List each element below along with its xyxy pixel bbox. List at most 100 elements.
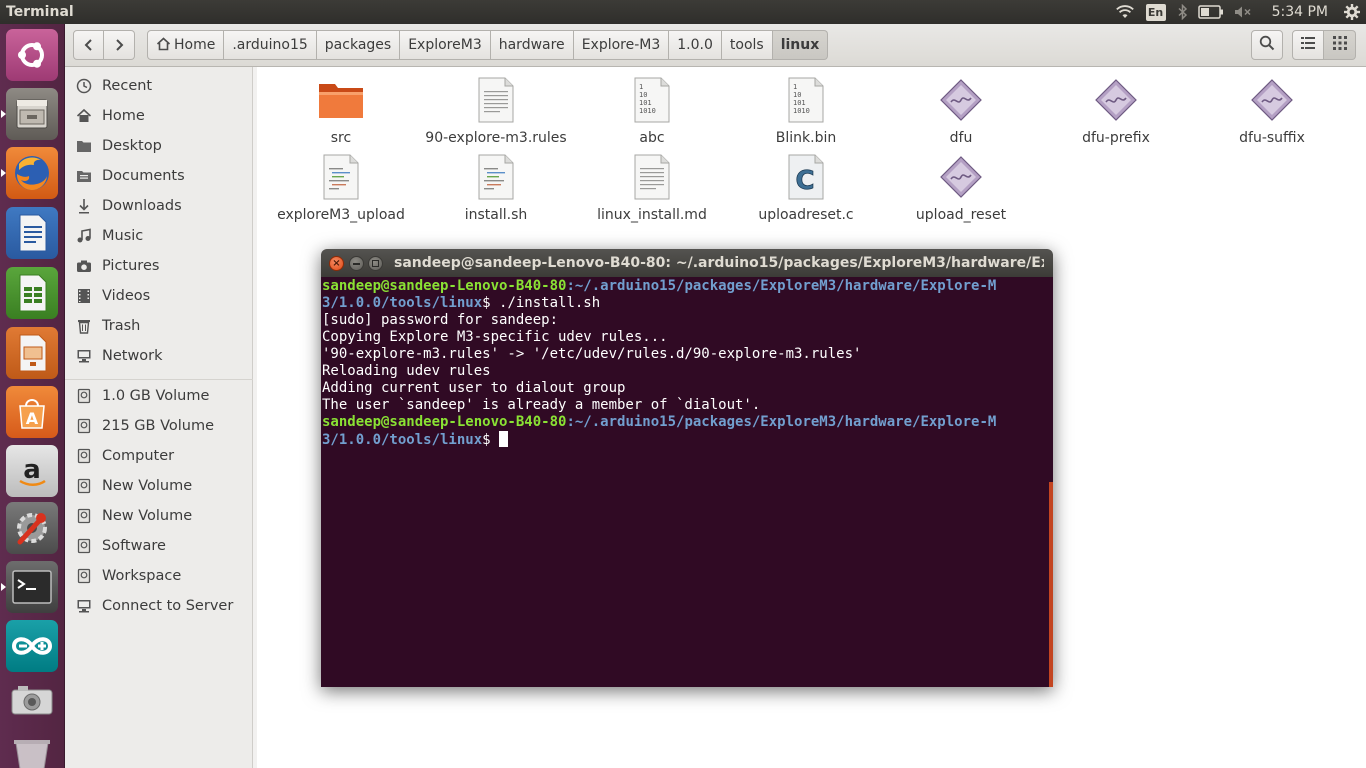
svg-text:1010: 1010 <box>639 107 656 115</box>
grid-view-button[interactable] <box>1324 30 1356 60</box>
breadcrumb-explore-m3[interactable]: Explore-M3 <box>573 30 670 60</box>
script-file-icon <box>317 153 365 201</box>
file-manager-toolbar: Home .arduino15 packages ExploreM3 hardw… <box>65 24 1366 67</box>
file-item-dfu-prefix[interactable]: dfu-prefix <box>1041 76 1191 150</box>
sidebar-item-connect-to-server[interactable]: Connect to Server <box>65 591 253 621</box>
back-button[interactable] <box>73 30 104 60</box>
terminal-command: $ ./install.sh <box>482 295 601 311</box>
script-file-icon <box>472 153 520 201</box>
battery-icon[interactable] <box>1194 0 1228 24</box>
sidebar-item-desktop[interactable]: Desktop <box>65 131 253 161</box>
camera-icon <box>75 257 93 275</box>
file-item-explorem3-upload[interactable]: exploreM3_upload <box>266 153 416 227</box>
file-label: upload_reset <box>915 207 1007 223</box>
file-label: install.sh <box>464 207 528 223</box>
libreoffice-calc-icon[interactable] <box>6 267 58 319</box>
breadcrumb-tools[interactable]: tools <box>721 30 773 60</box>
removable-drive-icon[interactable] <box>6 674 58 726</box>
breadcrumb-hardware[interactable]: hardware <box>490 30 574 60</box>
close-button[interactable]: × <box>329 256 344 271</box>
maximize-icon <box>372 260 379 267</box>
volume-muted-icon[interactable] <box>1228 0 1258 24</box>
sidebar-item-label: New Volume <box>102 478 193 494</box>
sidebar-item-trash[interactable]: Trash <box>65 311 253 341</box>
sidebar-item-new-volume-2[interactable]: New Volume <box>65 501 253 531</box>
executable-icon <box>1248 76 1296 124</box>
file-item-abc[interactable]: 1 10 101 1010 abc <box>577 76 727 150</box>
libreoffice-impress-icon[interactable] <box>6 327 58 379</box>
breadcrumb-explorem3[interactable]: ExploreM3 <box>400 30 491 60</box>
terminal-titlebar[interactable]: × sandeep@sandeep-Lenovo-B40-80: ~/.ardu… <box>321 249 1053 277</box>
breadcrumb-version[interactable]: 1.0.0 <box>669 30 722 60</box>
sidebar-item-software[interactable]: Software <box>65 531 253 561</box>
terminal-window[interactable]: × sandeep@sandeep-Lenovo-B40-80: ~/.ardu… <box>321 249 1053 687</box>
file-item-blink-bin[interactable]: 1 10 101 1010 Blink.bin <box>731 76 881 150</box>
terminal-icon[interactable] <box>1 561 58 613</box>
system-settings-icon[interactable] <box>6 502 58 554</box>
file-item-dfu-suffix[interactable]: dfu-suffix <box>1197 76 1347 150</box>
ubuntu-dash-icon[interactable] <box>6 29 58 81</box>
text-file-icon <box>472 76 520 124</box>
bluetooth-icon[interactable] <box>1172 0 1194 24</box>
music-icon <box>75 227 93 245</box>
trash-icon <box>75 317 93 335</box>
forward-button[interactable] <box>104 30 135 60</box>
trash-launcher-icon[interactable] <box>6 729 58 768</box>
sidebar-item-recent[interactable]: Recent <box>65 71 253 101</box>
keyboard-icon[interactable]: En <box>1145 3 1166 21</box>
sidebar-item-label: Home <box>102 108 145 124</box>
file-item-90-explore-m3-rules[interactable]: 90-explore-m3.rules <box>421 76 571 150</box>
breadcrumb-arduino15[interactable]: .arduino15 <box>224 30 317 60</box>
running-indicator <box>1 583 6 591</box>
svg-text:A: A <box>26 409 39 428</box>
file-item-uploadreset-c[interactable]: C uploadreset.c <box>731 153 881 227</box>
sidebar-item-new-volume[interactable]: New Volume <box>65 471 253 501</box>
firefox-icon[interactable] <box>1 147 58 199</box>
sidebar-item-pictures[interactable]: Pictures <box>65 251 253 281</box>
arduino-icon[interactable] <box>6 620 58 672</box>
search-button[interactable] <box>1251 30 1283 60</box>
file-item-src[interactable]: src <box>266 76 416 150</box>
sidebar-item-label: Workspace <box>102 568 182 584</box>
sidebar-item-music[interactable]: Music <box>65 221 253 251</box>
minimize-button[interactable] <box>349 256 364 271</box>
libreoffice-writer-icon[interactable] <box>6 207 58 259</box>
drive-icon <box>75 507 93 525</box>
terminal-prompt-symbol: $ <box>482 432 500 448</box>
breadcrumb-packages[interactable]: packages <box>316 30 401 60</box>
sidebar-item-volume-215gb[interactable]: 215 GB Volume <box>65 411 253 441</box>
terminal-scrollbar[interactable] <box>1049 482 1053 687</box>
wifi-icon[interactable] <box>1110 0 1140 24</box>
software-center-icon[interactable]: A <box>6 386 58 438</box>
sidebar-item-workspace[interactable]: Workspace <box>65 561 253 591</box>
sidebar-item-home[interactable]: Home <box>65 101 253 131</box>
amazon-icon[interactable]: a <box>6 445 58 497</box>
running-indicator <box>1 110 6 118</box>
sidebar-item-label: Computer <box>102 448 175 464</box>
maximize-button[interactable] <box>368 256 383 271</box>
sidebar-item-documents[interactable]: Documents <box>65 161 253 191</box>
sidebar-item-computer[interactable]: Computer <box>65 441 253 471</box>
terminal-prompt-line: sandeep@sandeep-Lenovo-B40-80:~/.arduino… <box>322 278 1053 295</box>
list-view-button[interactable] <box>1292 30 1324 60</box>
sidebar-item-volume-1gb[interactable]: 1.0 GB Volume <box>65 381 253 411</box>
terminal-prompt-line: sandeep@sandeep-Lenovo-B40-80:~/.arduino… <box>322 414 1053 431</box>
file-item-install-sh[interactable]: install.sh <box>421 153 571 227</box>
file-item-linux-install-md[interactable]: linux_install.md <box>577 153 727 227</box>
sidebar-item-network[interactable]: Network <box>65 341 253 371</box>
film-icon <box>75 287 93 305</box>
sidebar-item-videos[interactable]: Videos <box>65 281 253 311</box>
clock[interactable]: 5:34 PM <box>1258 4 1338 20</box>
gear-icon[interactable] <box>1338 0 1366 24</box>
files-icon[interactable] <box>1 88 58 140</box>
file-item-upload-reset[interactable]: upload_reset <box>886 153 1036 227</box>
breadcrumb-linux[interactable]: linux <box>772 30 829 60</box>
breadcrumb-home[interactable]: Home <box>147 30 225 60</box>
sidebar-item-downloads[interactable]: Downloads <box>65 191 253 221</box>
drive-icon <box>75 447 93 465</box>
file-item-dfu[interactable]: dfu <box>886 76 1036 150</box>
terminal-cursor <box>499 431 509 447</box>
svg-text:10: 10 <box>793 91 801 99</box>
terminal-body[interactable]: sandeep@sandeep-Lenovo-B40-80:~/.arduino… <box>321 277 1053 687</box>
network-icon <box>75 347 93 365</box>
